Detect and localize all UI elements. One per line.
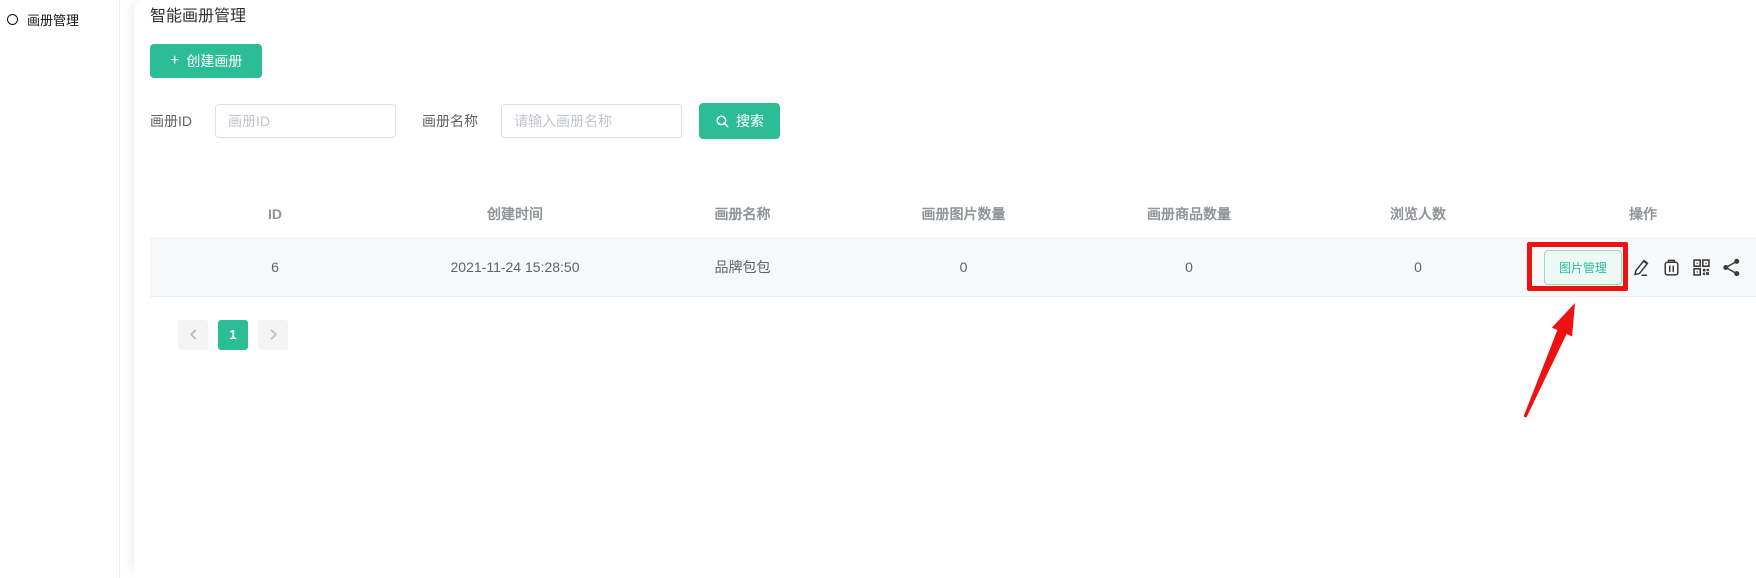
page-title: 智能画册管理 [150,6,1756,28]
circle-bullet-icon [7,14,18,25]
search-button[interactable]: 搜索 [699,103,780,139]
chevron-right-icon [268,329,279,340]
cell-album-name: 品牌包包 [630,238,855,296]
main-area: 智能画册管理 + 创建画册 画册ID 画册名称 搜索 [121,0,1756,578]
album-name-label: 画册名称 [422,111,478,131]
search-button-label: 搜索 [736,111,764,131]
share-icon[interactable] [1721,257,1742,278]
page-number-button[interactable]: 1 [218,320,248,350]
create-album-button[interactable]: + 创建画册 [150,44,262,78]
album-id-input[interactable] [215,104,396,138]
create-album-label: 创建画册 [186,51,242,71]
col-header-name: 画册名称 [630,191,855,238]
pagination: 1 [178,320,1756,350]
search-icon [715,114,730,129]
chevron-left-icon [188,329,199,340]
prev-page-button[interactable] [178,320,208,350]
qrcode-icon[interactable] [1691,257,1712,278]
table-row: 6 2021-11-24 15:28:50 品牌包包 0 0 0 图片管理 [150,238,1756,296]
cell-view-count: 0 [1306,238,1530,296]
col-header-actions: 操作 [1530,191,1756,238]
col-header-image-count: 画册图片数量 [855,191,1072,238]
col-header-product-count: 画册商品数量 [1072,191,1306,238]
sidebar: 画册管理 [0,0,120,578]
plus-icon: + [170,53,179,69]
album-name-input[interactable] [501,104,682,138]
image-management-button[interactable]: 图片管理 [1544,250,1622,285]
cell-actions: 图片管理 [1530,238,1756,296]
cell-id: 6 [150,238,400,296]
cell-product-count: 0 [1072,238,1306,296]
cell-created-at: 2021-11-24 15:28:50 [400,238,630,296]
col-header-created: 创建时间 [400,191,630,238]
delete-icon[interactable] [1661,257,1682,278]
filter-bar: 画册ID 画册名称 搜索 [150,103,1756,139]
col-header-id: ID [150,191,400,238]
sidebar-item-label: 画册管理 [27,10,79,29]
sidebar-item-album-management[interactable]: 画册管理 [0,0,119,29]
next-page-button[interactable] [258,320,288,350]
edit-icon[interactable] [1631,257,1652,278]
album-id-label: 画册ID [150,111,192,131]
table-header-row: ID 创建时间 画册名称 画册图片数量 画册商品数量 浏览人数 操作 [150,191,1756,238]
album-table: ID 创建时间 画册名称 画册图片数量 画册商品数量 浏览人数 操作 6 202… [150,191,1756,297]
col-header-views: 浏览人数 [1306,191,1530,238]
cell-image-count: 0 [855,238,1072,296]
content-panel: 智能画册管理 + 创建画册 画册ID 画册名称 搜索 [134,0,1756,578]
